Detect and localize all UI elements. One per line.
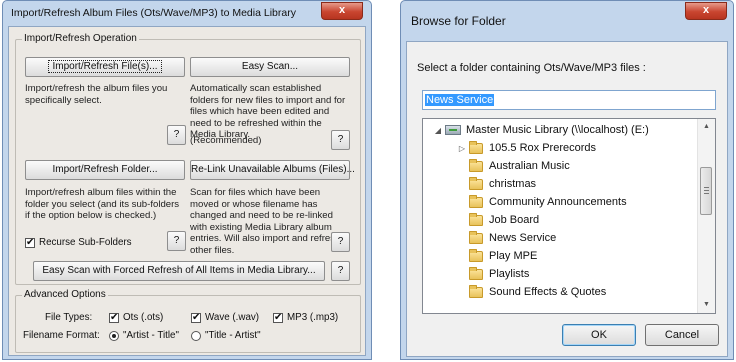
tree-folder-item[interactable]: Community Announcements — [469, 193, 627, 211]
grip-line — [704, 190, 709, 191]
folder-name-value: News Service — [425, 94, 495, 106]
wave-checkbox-label: Wave (.wav) — [205, 312, 260, 323]
folder-icon — [469, 248, 483, 262]
artist-title-radio-label: "Artist - Title" — [123, 330, 179, 341]
import-files-help-button[interactable]: ? — [167, 125, 186, 145]
grip-line — [704, 193, 709, 194]
folder-icon — [469, 230, 483, 244]
check-icon: ✔ — [191, 311, 201, 323]
expanded-arrow-icon[interactable]: ◢ — [433, 126, 443, 135]
tree-folder-item[interactable]: Australian Music — [469, 157, 570, 175]
radio-unselected-icon — [191, 330, 201, 341]
tree-folder-item[interactable]: ▷ 105.5 Rox Prerecords — [457, 139, 596, 157]
collapsed-arrow-icon[interactable]: ▷ — [457, 144, 467, 153]
folder-icon — [469, 176, 483, 190]
folder-label: News Service — [489, 232, 557, 244]
check-icon: ✔ — [273, 311, 283, 323]
easy-scan-recommended: (Recommended) — [190, 135, 262, 146]
forced-refresh-help-button[interactable]: ? — [331, 261, 350, 281]
dialog-title: Import/Refresh Album Files (Ots/Wave/MP3… — [11, 7, 296, 19]
file-types-label: File Types: — [45, 312, 93, 323]
folder-icon — [469, 140, 483, 154]
tree-folder-item[interactable]: Playlists — [469, 265, 529, 283]
filename-format-label: Filename Format: — [23, 330, 100, 341]
dialog-title: Browse for Folder — [411, 14, 506, 28]
relink-button-label: Re-Link Unavailable Albums (Files)... — [191, 164, 355, 175]
mp3-checkbox[interactable]: ✔ MP3 (.mp3) — [273, 312, 338, 323]
recurse-subfolders-label: Recurse Sub-Folders — [39, 237, 132, 248]
tree-root-label: Master Music Library (\\localhost) (E:) — [466, 124, 649, 136]
operation-group-label: Import/Refresh Operation — [22, 33, 139, 44]
title-bar[interactable]: Browse for Folder x — [401, 1, 733, 39]
tree-folder-item[interactable]: christmas — [469, 175, 536, 193]
import-files-button-label: Import/Refresh File(s)... — [48, 60, 162, 73]
dialog-body: Select a folder containing Ots/Wave/MP3 … — [406, 41, 728, 357]
network-drive-icon — [445, 125, 461, 135]
artist-title-radio[interactable]: "Artist - Title" — [109, 330, 179, 341]
mp3-checkbox-label: MP3 (.mp3) — [287, 312, 339, 323]
advanced-options-label: Advanced Options — [22, 289, 108, 300]
relink-description: Scan for files which have been moved or … — [190, 187, 341, 256]
folder-icon — [469, 158, 483, 172]
folder-icon — [469, 212, 483, 226]
folder-label: Community Announcements — [489, 196, 627, 208]
grip-line — [704, 187, 709, 188]
folder-label: 105.5 Rox Prerecords — [489, 142, 596, 154]
scroll-down-icon[interactable]: ▼ — [698, 297, 715, 313]
check-icon: ✔ — [109, 311, 119, 323]
forced-refresh-button[interactable]: Easy Scan with Forced Refresh of All Ite… — [33, 261, 325, 281]
recurse-subfolders-checkbox[interactable]: ✔ Recurse Sub-Folders — [25, 237, 132, 248]
easy-scan-description: Automatically scan established folders f… — [190, 83, 346, 140]
folder-label: christmas — [489, 178, 537, 190]
folder-tree[interactable]: ◢ Master Music Library (\\localhost) (E:… — [422, 118, 716, 314]
scrollbar-thumb[interactable] — [700, 167, 712, 215]
browse-prompt: Select a folder containing Ots/Wave/MP3 … — [417, 62, 646, 74]
import-folder-button-label: Import/Refresh Folder... — [52, 164, 158, 175]
folder-name-input[interactable]: News Service — [422, 90, 716, 110]
title-artist-radio[interactable]: "Title - Artist" — [191, 330, 261, 341]
cancel-button[interactable]: Cancel — [645, 324, 719, 346]
folder-label: Playlists — [489, 268, 530, 280]
tree-folder-item[interactable]: News Service — [469, 229, 556, 247]
browse-folder-dialog: Browse for Folder x Select a folder cont… — [400, 0, 734, 360]
tree-folder-item[interactable]: Job Board — [469, 211, 539, 229]
folder-label: Job Board — [489, 214, 540, 226]
close-button[interactable]: x — [685, 2, 727, 20]
ok-button[interactable]: OK — [562, 324, 636, 346]
scroll-up-icon[interactable]: ▲ — [698, 119, 715, 135]
tree-scrollbar[interactable]: ▲ ▼ — [697, 119, 715, 313]
easy-scan-button[interactable]: Easy Scan... — [190, 57, 350, 77]
close-button[interactable]: x — [321, 2, 363, 20]
tree-folder-item[interactable]: Sound Effects & Quotes — [469, 283, 606, 301]
tree-root-node[interactable]: ◢ Master Music Library (\\localhost) (E:… — [433, 121, 649, 139]
easy-scan-help-button[interactable]: ? — [331, 130, 350, 150]
folder-label: Australian Music — [489, 160, 570, 172]
ots-checkbox[interactable]: ✔ Ots (.ots) — [109, 312, 163, 323]
folder-icon — [469, 284, 483, 298]
radio-selected-icon — [109, 330, 119, 341]
import-folder-description: Import/refresh album files within the fo… — [25, 187, 180, 221]
dialog-body: Import/Refresh Operation Import/Refresh … — [8, 26, 366, 356]
relink-button[interactable]: Re-Link Unavailable Albums (Files)... — [190, 160, 355, 180]
forced-refresh-button-label: Easy Scan with Forced Refresh of All Ite… — [42, 265, 316, 276]
wave-checkbox[interactable]: ✔ Wave (.wav) — [191, 312, 259, 323]
title-bar[interactable]: Import/Refresh Album Files (Ots/Wave/MP3… — [3, 1, 371, 25]
advanced-options-group: Advanced Options — [15, 289, 361, 353]
folder-icon — [469, 266, 483, 280]
ots-checkbox-label: Ots (.ots) — [123, 312, 164, 323]
relink-help-button[interactable]: ? — [331, 232, 350, 252]
folder-label: Sound Effects & Quotes — [489, 286, 607, 298]
easy-scan-button-label: Easy Scan... — [241, 61, 299, 72]
folder-icon — [469, 194, 483, 208]
title-artist-radio-label: "Title - Artist" — [205, 330, 261, 341]
import-files-description: Import/refresh the album files you speci… — [25, 83, 168, 106]
import-refresh-dialog: Import/Refresh Album Files (Ots/Wave/MP3… — [2, 0, 372, 360]
import-files-button[interactable]: Import/Refresh File(s)... — [25, 57, 185, 77]
check-icon: ✔ — [25, 236, 35, 248]
tree-folder-item[interactable]: Play MPE — [469, 247, 537, 265]
folder-label: Play MPE — [489, 250, 538, 262]
import-folder-help-button[interactable]: ? — [167, 231, 186, 251]
import-folder-button[interactable]: Import/Refresh Folder... — [25, 160, 185, 180]
